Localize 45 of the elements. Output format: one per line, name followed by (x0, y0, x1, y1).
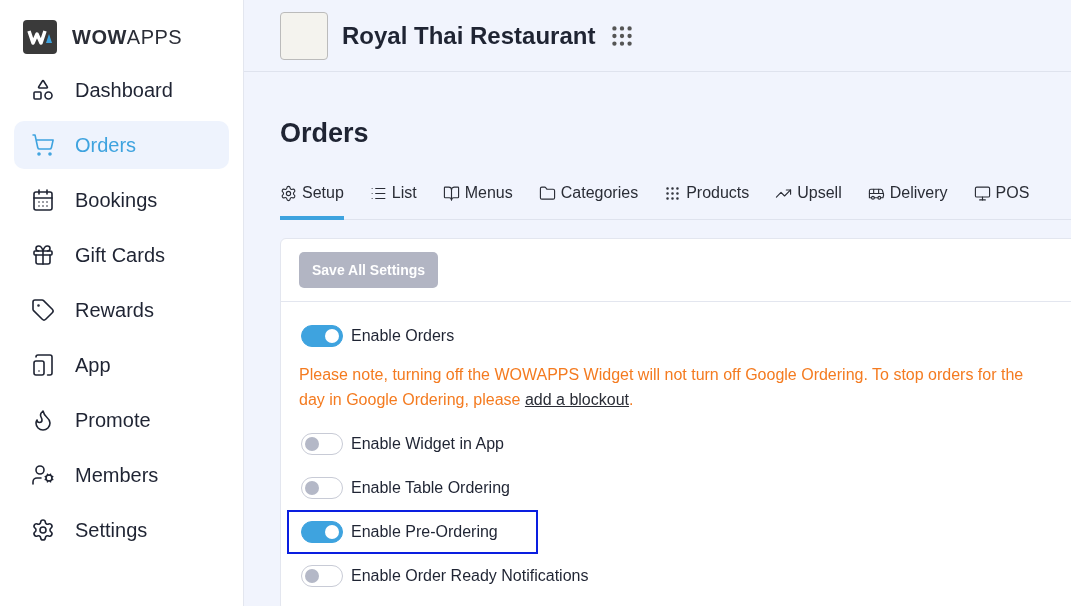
tab[interactable]: Delivery (867, 184, 948, 220)
notice-text: Please note, turning off the WOWAPPS Widget will not turn off Google Ordering. To stop orders for the day in Google Ordering, please add a blockout. (299, 365, 1025, 410)
restaurant-logo (280, 11, 328, 60)
toggle-label: Enable Pre-Ordering (351, 523, 498, 541)
toggle-label: Enable Widget in App (351, 435, 504, 453)
nav-item[interactable]: Rewards (14, 286, 229, 334)
nav-item[interactable]: App (14, 341, 229, 389)
brand-name: WOWAPPS (72, 25, 183, 49)
nav-item[interactable]: Promote (14, 396, 229, 444)
cart-icon (31, 133, 55, 157)
toggle-switch[interactable] (301, 325, 343, 347)
user-icon (31, 463, 55, 487)
tab[interactable]: Upsell (775, 184, 842, 220)
toggle-switch[interactable] (301, 521, 343, 543)
tab[interactable]: Products (664, 184, 750, 220)
tab[interactable]: Setup (280, 184, 344, 220)
monitor-icon (973, 184, 991, 202)
nav-item[interactable]: Dashboard (14, 66, 229, 114)
tab[interactable]: POS (973, 184, 1030, 220)
calendar-icon (31, 188, 55, 212)
toggle-switch[interactable] (301, 477, 343, 499)
toggle-label: Enable Order Ready Notifications (351, 567, 589, 585)
page-title: Orders (280, 118, 370, 149)
toggle-label: Enable Orders (351, 327, 455, 345)
dots-icon (664, 184, 682, 202)
tab[interactable]: Menus (442, 184, 513, 220)
nav-item[interactable]: Members (14, 451, 229, 499)
folder-icon (538, 184, 556, 202)
settings-icon (280, 184, 297, 202)
nav-item[interactable]: Gift Cards (14, 231, 229, 279)
tab[interactable]: Categories (538, 184, 639, 220)
book-icon (442, 184, 460, 202)
restaurant-name: Royal Thai Restaurant (342, 21, 596, 50)
phone-icon (31, 353, 55, 377)
toggle-label: Enable Table Ordering (351, 479, 510, 497)
nav-item[interactable]: Bookings (14, 176, 229, 224)
tab[interactable]: List (369, 184, 417, 220)
tag-icon (31, 298, 55, 322)
settings-icon (31, 518, 55, 542)
nav-item[interactable]: Settings (14, 506, 229, 554)
logo-icon (23, 20, 57, 54)
toggle-switch[interactable] (301, 433, 343, 455)
blockout-link[interactable]: add a blockout (524, 391, 629, 408)
toggle-switch[interactable] (301, 565, 343, 587)
gift-icon (31, 243, 55, 267)
